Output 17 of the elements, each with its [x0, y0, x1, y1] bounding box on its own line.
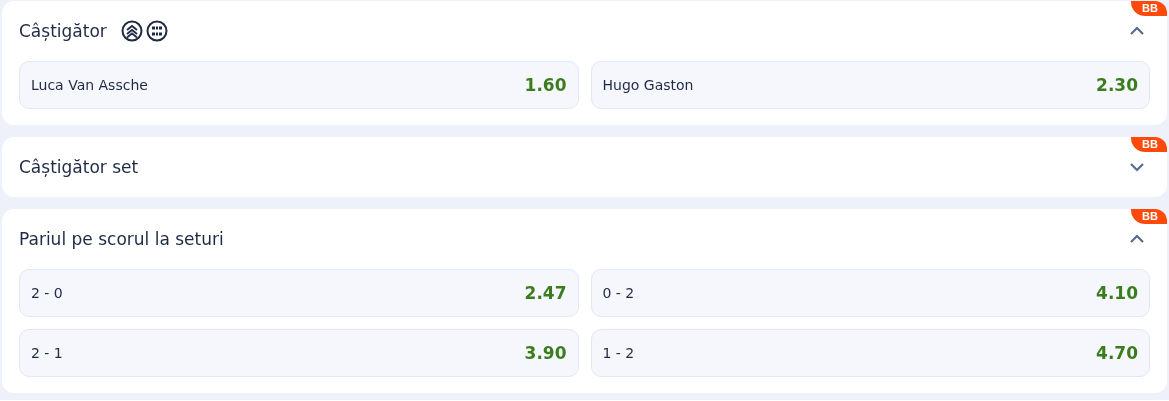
odds-button[interactable]: Hugo Gaston 2.30: [590, 61, 1150, 109]
bet-builder-badge: BB: [1131, 1, 1167, 16]
market-title: Pariul pe scorul la seturi: [19, 229, 224, 249]
odds-button[interactable]: 1 - 2 4.70: [590, 329, 1150, 377]
chevron-icon[interactable]: [1130, 162, 1144, 172]
odds-button[interactable]: Luca Van Assche 1.60: [19, 61, 579, 109]
market-title: Câștigător: [19, 21, 107, 41]
scoreboard-icon: [145, 20, 168, 42]
chevron-icon[interactable]: [1130, 234, 1144, 244]
double-chevron-icon: [120, 20, 143, 42]
odds-button[interactable]: 0 - 2 4.10: [590, 269, 1150, 317]
bet-builder-badge: BB: [1131, 137, 1167, 152]
market-title: Câștigător set: [19, 157, 139, 177]
odds-button[interactable]: 2 - 1 3.90: [19, 329, 579, 377]
bet-builder-badge: BB: [1131, 209, 1167, 224]
chevron-icon[interactable]: [1130, 26, 1144, 36]
odds-button[interactable]: 2 - 0 2.47: [19, 269, 579, 317]
